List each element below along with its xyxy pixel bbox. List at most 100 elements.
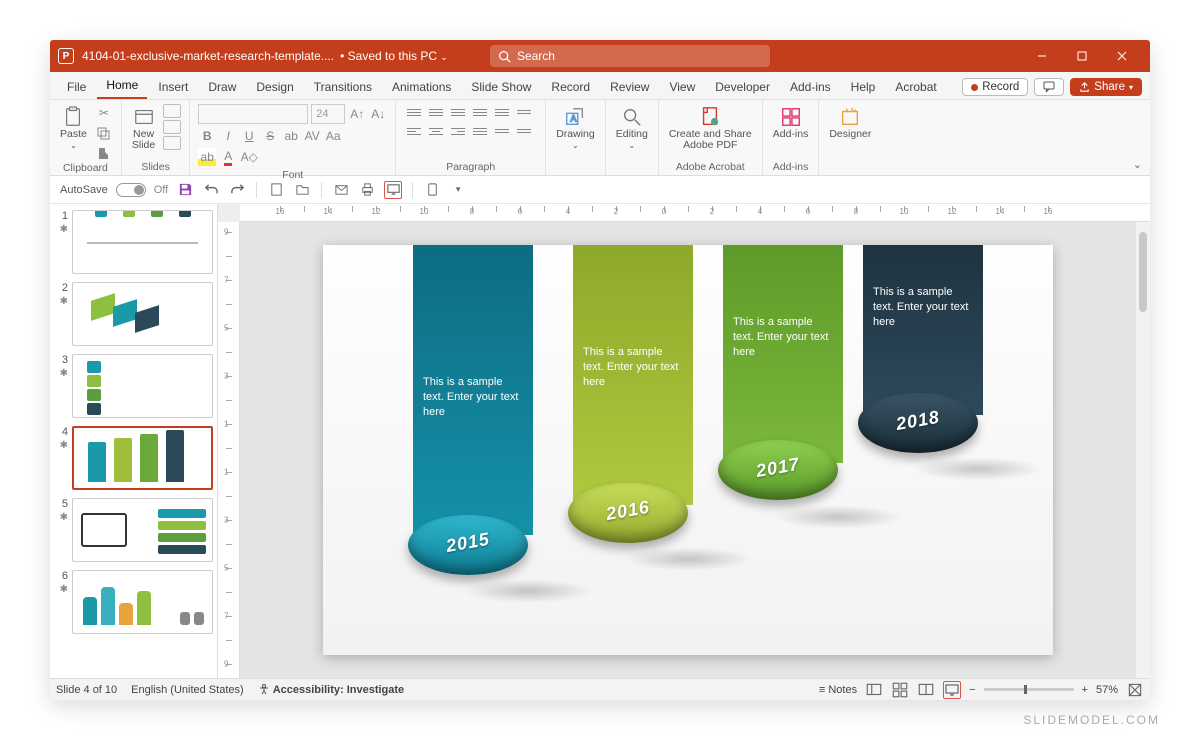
underline-button[interactable]: U [240,127,258,145]
editing-button[interactable]: Editing⌄ [614,104,650,153]
accessibility-check[interactable]: Accessibility: Investigate [258,683,405,696]
save-status[interactable]: • Saved to this PC ⌄ [340,49,462,63]
bullets-button[interactable] [404,104,424,120]
notes-button[interactable]: ≡ Notes [819,684,857,696]
qat-more-button[interactable]: ▾ [449,181,467,199]
slideshow-view-button[interactable] [943,681,961,699]
thumbnail-6[interactable]: 6✱ [54,570,213,634]
redo-button[interactable] [228,181,246,199]
tab-draw[interactable]: Draw [199,75,245,99]
save-button[interactable] [176,181,194,199]
tab-record[interactable]: Record [542,75,599,99]
share-button[interactable]: Share▾ [1070,78,1142,96]
copy-button[interactable] [95,124,113,142]
maximize-button[interactable] [1062,40,1102,72]
titlebar: P 4104-01-exclusive-market-research-temp… [50,40,1150,72]
tab-home[interactable]: Home [97,73,147,99]
font-color-button[interactable]: A [219,148,237,166]
touch-mode-button[interactable] [423,181,441,199]
tab-review[interactable]: Review [601,75,658,99]
paste-button[interactable]: Paste⌄ [58,104,89,153]
normal-view-button[interactable] [865,681,883,699]
tab-help[interactable]: Help [842,75,885,99]
font-family-select[interactable] [198,104,308,124]
strike-button[interactable]: S [261,127,279,145]
record-button[interactable]: Record [962,78,1028,96]
bold-button[interactable]: B [198,127,216,145]
cut-button[interactable]: ✂ [95,104,113,122]
tab-view[interactable]: View [660,75,704,99]
justify-button[interactable] [470,123,490,139]
autosave-toggle[interactable] [116,183,146,197]
svg-text:A: A [571,114,578,124]
create-pdf-button[interactable]: Create and Share Adobe PDF [667,104,754,153]
tab-animations[interactable]: Animations [383,75,460,99]
minimize-button[interactable] [1022,40,1062,72]
zoom-in-button[interactable]: + [1082,684,1088,696]
align-center-button[interactable] [426,123,446,139]
tab-slideshow[interactable]: Slide Show [462,75,540,99]
text-dir-button[interactable] [514,104,534,120]
email-button[interactable] [332,181,350,199]
layout-button[interactable] [163,104,181,118]
group-paragraph: Paragraph [396,100,546,175]
tab-design[interactable]: Design [247,75,302,99]
thumbnail-1[interactable]: 1✱ [54,210,213,274]
clear-format-button[interactable]: A◇ [240,148,258,166]
collapse-ribbon-button[interactable]: ⌄ [1133,158,1142,171]
tab-addins[interactable]: Add-ins [781,75,840,99]
disk-2017: 2017 [718,440,838,500]
drawing-button[interactable]: A Drawing⌄ [554,104,597,153]
open-file-button[interactable] [293,181,311,199]
fit-to-window-button[interactable] [1126,681,1144,699]
indent-dec-button[interactable] [448,104,468,120]
search-box[interactable]: Search [490,45,770,67]
new-file-button[interactable] [267,181,285,199]
close-button[interactable] [1102,40,1142,72]
zoom-level[interactable]: 57% [1096,684,1118,696]
designer-button[interactable]: Designer [827,104,873,142]
tab-developer[interactable]: Developer [706,75,779,99]
align-right-button[interactable] [448,123,468,139]
tab-insert[interactable]: Insert [149,75,197,99]
section-button[interactable] [163,136,181,150]
zoom-out-button[interactable]: − [969,684,975,696]
tab-acrobat[interactable]: Acrobat [886,75,945,99]
increase-font-button[interactable]: A↑ [348,105,366,123]
language-indicator[interactable]: English (United States) [131,684,244,696]
addins-button[interactable]: Add-ins [771,104,811,142]
highlight-button[interactable]: ab [198,148,216,166]
format-painter-button[interactable] [95,144,113,162]
vertical-scrollbar[interactable] [1136,222,1150,678]
font-size-select[interactable]: 24 [311,104,345,124]
comments-button[interactable] [1034,78,1064,96]
new-slide-button[interactable]: New Slide [130,104,157,153]
undo-button[interactable] [202,181,220,199]
tab-transitions[interactable]: Transitions [305,75,381,99]
align-left-button[interactable] [404,123,424,139]
thumbnail-3[interactable]: 3✱ [54,354,213,418]
thumbnail-2[interactable]: 2✱ [54,282,213,346]
print-button[interactable] [358,181,376,199]
present-from-start-button[interactable] [384,181,402,199]
tab-file[interactable]: File [58,75,95,99]
shadow-button[interactable]: ab [282,127,300,145]
slide-stage[interactable]: This is a sample text. Enter your text h… [240,222,1136,678]
numbering-button[interactable] [426,104,446,120]
sorter-view-button[interactable] [891,681,909,699]
thumbnail-4[interactable]: 4✱ [54,426,213,490]
decrease-font-button[interactable]: A↓ [369,105,387,123]
reading-view-button[interactable] [917,681,935,699]
case-button[interactable]: Aa [324,127,342,145]
slide-thumbnails[interactable]: 1✱ 2✱ 3✱ [50,204,218,678]
thumbnail-5[interactable]: 5✱ [54,498,213,562]
smartart-button[interactable] [514,123,534,139]
italic-button[interactable]: I [219,127,237,145]
indent-inc-button[interactable] [470,104,490,120]
columns-button[interactable] [492,123,512,139]
reset-button[interactable] [163,120,181,134]
spacing-button[interactable]: AV [303,127,321,145]
slide-counter[interactable]: Slide 4 of 10 [56,684,117,696]
linespacing-button[interactable] [492,104,512,120]
zoom-slider[interactable] [984,688,1074,691]
